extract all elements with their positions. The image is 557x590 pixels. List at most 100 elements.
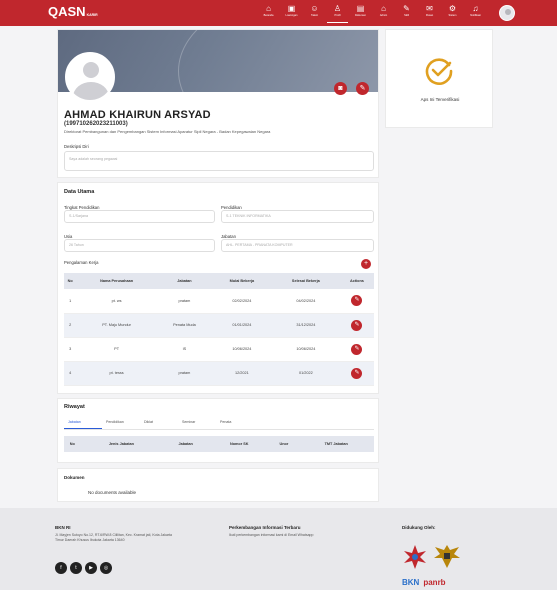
- table-cell: PT: [76, 337, 157, 362]
- nav-item-notifikasi[interactable]: ♫ Notifikasi: [465, 3, 486, 23]
- footer-col3-title: Didukung Oleh:: [402, 525, 436, 530]
- camera-icon[interactable]: ◙: [334, 82, 347, 95]
- edit-icon[interactable]: ✎: [356, 82, 369, 95]
- column-header: Selesai Bekerja: [271, 273, 340, 289]
- table-row: 4 pt. tesss pratam 12/2021 01/2022 ✎: [64, 361, 374, 386]
- tab-seminar[interactable]: Seminar: [178, 419, 216, 429]
- user-avatar[interactable]: [499, 5, 515, 21]
- pendidikan-field[interactable]: S-1 TEKNIK INFORMATIKA: [221, 210, 374, 223]
- usia-field[interactable]: 26 Tahun: [64, 239, 215, 252]
- edit-icon[interactable]: ✎: [351, 295, 363, 307]
- profile-nip: (199710262023211003): [64, 121, 128, 127]
- top-navbar: Q ASN KARIR ⌂ Beranda ▣ Lowongan ☺ Talent ♙ Pro…: [0, 0, 557, 26]
- table-cell: IS: [156, 337, 212, 362]
- jabatan-field[interactable]: AHL. PERTAMA - PRANATA KOMPUTER: [221, 239, 374, 252]
- social-links: f t ▶ ◎: [55, 562, 112, 574]
- nav-item-admin[interactable]: ⌂ Admin: [373, 3, 394, 23]
- table-cell: 31/12/2024: [271, 313, 340, 338]
- user-icon: ♙: [333, 4, 342, 13]
- experience-table: No Nama Perusahaan Jabatan Mulai Bekerja Sel…: [64, 273, 374, 386]
- column-header: Mulai Bekerja: [212, 273, 272, 289]
- data-utama-card: Data Utama Tingkat Pendidikan S-1/Sarjan…: [57, 182, 379, 394]
- briefcase-icon: ▣: [287, 4, 296, 13]
- nav-item-talent[interactable]: ☺ Talent: [304, 3, 325, 23]
- empty-state-text: No documents available: [88, 490, 137, 495]
- riwayat-table: No Jenis Jabatan Jabatan Nomor SK Unor TMT Ja…: [64, 436, 374, 452]
- table-row: 1 pt. ws pratam 02/02/2024 04/02/2024 ✎: [64, 289, 374, 314]
- section-title: Dokumen: [64, 475, 85, 480]
- verified-check-icon: [425, 58, 453, 85]
- column-header: Actions: [339, 273, 374, 289]
- table-cell: pratam: [156, 361, 212, 386]
- home-icon: ⌂: [266, 4, 271, 13]
- edit-icon[interactable]: ✎: [351, 367, 363, 379]
- twitter-icon[interactable]: t: [70, 562, 82, 574]
- asn-karir-logo[interactable]: Q ASN KARIR: [48, 4, 98, 19]
- table-cell: 04/02/2024: [271, 289, 340, 314]
- column-header: Nomor SK: [209, 436, 270, 452]
- add-experience-button[interactable]: +: [361, 259, 371, 269]
- bkn-logo-icon: [404, 545, 426, 569]
- nav-item-sistem[interactable]: ⚙ Sistem: [442, 3, 463, 23]
- settings-icon: ⚙: [448, 4, 457, 13]
- section-title: Riwayat: [64, 404, 85, 410]
- users-icon: ☺: [310, 4, 319, 13]
- table-cell: pratam: [156, 289, 212, 314]
- nav-item-label: Notifikasi: [470, 14, 481, 17]
- nav-item-lowongan[interactable]: ▣ Lowongan: [281, 3, 302, 23]
- footer: BKN RI Jl. Mayjen Sutoyo No.12, RT.6/RW.…: [0, 508, 557, 590]
- partner-logos-text: BKN panrb: [402, 578, 446, 587]
- riwayat-tabs: Jabatan Pendidikan Diklat Seminar Penata: [64, 419, 374, 430]
- instagram-icon[interactable]: ◎: [100, 562, 112, 574]
- column-header: Unor: [269, 436, 299, 452]
- table-cell: 02/02/2024: [212, 289, 272, 314]
- admin-icon: ⌂: [381, 4, 386, 13]
- tab-diklat[interactable]: Diklat: [140, 419, 178, 429]
- tab-penata[interactable]: Penata: [216, 419, 254, 429]
- table-cell: 10/06/2024: [271, 337, 340, 362]
- nav-item-label: Talent: [311, 14, 318, 17]
- nav-item-label: Lowongan: [285, 14, 298, 17]
- document-icon: ▤: [356, 4, 365, 13]
- tab-pendidikan[interactable]: Pendidikan: [102, 419, 140, 429]
- edit-icon[interactable]: ✎: [351, 319, 363, 331]
- column-header: Jenis Jabatan: [80, 436, 163, 452]
- dokumen-card: Dokumen No documents available: [57, 468, 379, 502]
- nav-menu: ⌂ Beranda ▣ Lowongan ☺ Talent ♙ Profil ▤ Dokumen ⌂…: [258, 3, 486, 23]
- nav-item-label: Beranda: [263, 14, 274, 17]
- youtube-icon[interactable]: ▶: [85, 562, 97, 574]
- table-cell: pt. ws: [76, 289, 157, 314]
- column-header: No: [64, 436, 81, 452]
- nav-item-dokumen[interactable]: ▤ Dokumen: [350, 3, 371, 23]
- column-header: Nama Perusahaan: [76, 273, 157, 289]
- footer-col2-title: Perkembangan Informasi Terbaru: [229, 525, 301, 530]
- nav-item-profil[interactable]: ♙ Profil: [327, 3, 348, 23]
- logo-text: ASN: [58, 4, 86, 19]
- table-row: 2 PT. Maju Mundur Penata Muda 01/01/2024 31/…: [64, 313, 374, 338]
- nav-item-label: Skill: [404, 14, 409, 17]
- table-cell: 4: [64, 361, 77, 386]
- table-cell: 2: [64, 313, 77, 338]
- nav-item-skill[interactable]: ✎ Skill: [396, 3, 417, 23]
- riwayat-card: Riwayat Jabatan Pendidikan Diklat Seminar Pe…: [57, 398, 379, 463]
- tab-jabatan[interactable]: Jabatan: [64, 419, 102, 429]
- edit-icon[interactable]: ✎: [351, 343, 363, 355]
- nav-item-label: Dokumen: [354, 14, 367, 17]
- nav-item-pesan[interactable]: ✉ Pesan: [419, 3, 440, 23]
- column-header: TMT Jabatan: [298, 436, 374, 452]
- table-cell: PT. Maju Mundur: [76, 313, 157, 338]
- table-cell: 12/2021: [212, 361, 272, 386]
- description-field[interactable]: Saya adalah seorang pegawai: [64, 151, 374, 171]
- tingkat-pendidikan-field[interactable]: S-1/Sarjana: [64, 210, 215, 223]
- nav-item-label: Admin: [379, 14, 388, 17]
- nav-item-label: Sistem: [448, 14, 457, 17]
- profile-department: Direktorat Pembangunan dan Pengembangan …: [64, 129, 271, 134]
- chat-icon: ✉: [426, 4, 433, 13]
- skill-icon: ✎: [403, 4, 410, 13]
- footer-info-text: Ikuti perkembangan informasi kami di Ema…: [229, 533, 314, 537]
- nav-item-beranda[interactable]: ⌂ Beranda: [258, 3, 279, 23]
- facebook-icon[interactable]: f: [55, 562, 67, 574]
- table-cell: 01/01/2024: [212, 313, 272, 338]
- verification-card: Aps Ini Terverifikasi: [385, 29, 493, 128]
- table-cell: 1: [64, 289, 77, 314]
